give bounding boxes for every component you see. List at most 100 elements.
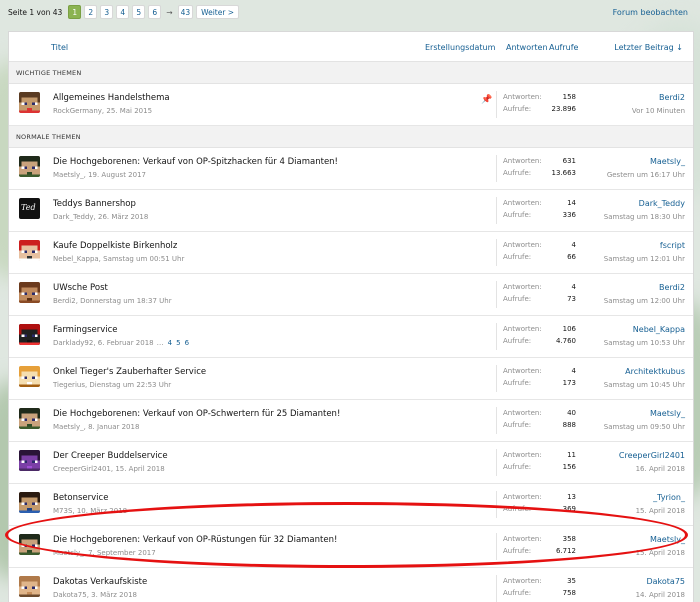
thread-author[interactable]: Dakota75 <box>53 591 87 599</box>
thread-row[interactable]: Die Hochgeborenen: Verkauf von OP-Spitzh… <box>9 148 693 190</box>
dark-hair-avatar[interactable] <box>19 408 40 429</box>
column-last-post[interactable]: Letzter Beitrag ↓ <box>614 43 683 52</box>
thread-page-link[interactable]: 5 <box>176 339 180 347</box>
thread-meta: Darklady92, 6. Februar 2018… 4 5 6 <box>53 339 189 347</box>
last-post-date[interactable]: 16. April 2018 <box>619 465 685 473</box>
last-post-date[interactable]: Samstag um 10:45 Uhr <box>604 381 685 389</box>
last-post-user[interactable]: _Tyrion_ <box>636 493 685 502</box>
thread-stats: Antworten: 4 Aufrufe: 173 <box>496 365 585 392</box>
column-views[interactable]: Aufrufe <box>549 43 578 52</box>
thread-title[interactable]: Betonservice <box>53 493 108 503</box>
thread-page-links: … 4 5 6 <box>157 339 189 347</box>
last-post-date[interactable]: Samstag um 10:53 Uhr <box>604 339 685 347</box>
next-page-button[interactable]: Weiter > <box>196 5 240 19</box>
thread-title[interactable]: Die Hochgeborenen: Verkauf von OP-Schwer… <box>53 409 340 419</box>
red-hat-avatar[interactable] <box>19 240 40 261</box>
tan-hair-avatar[interactable] <box>19 576 40 597</box>
thread-row[interactable]: Farmingservice Darklady92, 6. Februar 201… <box>9 316 693 358</box>
thread-author[interactable]: Darklady92 <box>53 339 93 347</box>
last-post-date[interactable]: Vor 10 Minuten <box>632 107 685 115</box>
thread-author[interactable]: Maetsly_ <box>53 549 84 557</box>
top-bar: Seite 1 von 43 1 2 3 4 5 6 → 43 Weiter >… <box>8 4 692 20</box>
thread-row[interactable]: Betonservice M73S, 10. März 2018 Antworten… <box>9 484 693 526</box>
column-title[interactable]: Titel <box>51 43 68 52</box>
dark-hair-avatar[interactable] <box>19 156 40 177</box>
page-link-4[interactable]: 4 <box>116 5 130 19</box>
thread-author[interactable]: Berdi2 <box>53 297 76 305</box>
brown-hair-avatar[interactable] <box>19 282 40 303</box>
last-post-user[interactable]: Berdi2 <box>632 93 685 102</box>
dark-hair-avatar[interactable] <box>19 534 40 555</box>
thread-row[interactable]: Ted Teddys Bannershop Dark_Teddy, 26. März… <box>9 190 693 232</box>
last-post-user[interactable]: Architektkubus <box>604 367 685 376</box>
thread-stats: Antworten: 14 Aufrufe: 336 <box>496 197 585 224</box>
thread-author[interactable]: CreeperGirl2401 <box>53 465 111 473</box>
column-replies[interactable]: Antworten <box>506 43 548 52</box>
replies-count: 35 <box>567 577 576 585</box>
thread-row[interactable]: Dakotas Verkaufskiste Dakota75, 3. März 2… <box>9 568 693 602</box>
thread-title[interactable]: Kaufe Doppelkiste Birkenholz <box>53 241 177 251</box>
thread-row[interactable]: Die Hochgeborenen: Verkauf von OP-Rüstun… <box>9 526 693 568</box>
page-link-last[interactable]: 43 <box>177 5 194 19</box>
last-post-date[interactable]: 14. April 2018 <box>636 591 685 599</box>
last-post-user[interactable]: Dakota75 <box>636 577 685 586</box>
thread-title[interactable]: Die Hochgeborenen: Verkauf von OP-Spitzh… <box>53 157 338 167</box>
thread-row[interactable]: Kaufe Doppelkiste Birkenholz Nebel_Kappa,… <box>9 232 693 274</box>
last-post-user[interactable]: fscript <box>604 241 685 250</box>
thread-title[interactable]: Dakotas Verkaufskiste <box>53 577 147 587</box>
last-post-date[interactable]: Samstag um 09:50 Uhr <box>604 423 685 431</box>
thread-title[interactable]: Die Hochgeborenen: Verkauf von OP-Rüstun… <box>53 535 337 545</box>
thread-page-link[interactable]: 4 <box>168 339 172 347</box>
replies-label: Antworten: <box>503 199 542 207</box>
thread-page-link[interactable]: 6 <box>185 339 189 347</box>
blue-shirt-avatar[interactable] <box>19 492 40 513</box>
thread-author[interactable]: Dark_Teddy <box>53 213 94 221</box>
page-link-5[interactable]: 5 <box>132 5 146 19</box>
last-post-date[interactable]: 15. April 2018 <box>636 549 685 557</box>
last-post-date[interactable]: Gestern um 16:17 Uhr <box>607 171 685 179</box>
thread-row[interactable]: Der Creeper Buddelservice CreeperGirl2401… <box>9 442 693 484</box>
thread-row[interactable]: Onkel Tieger's Zauberhafter Service Tiege… <box>9 358 693 400</box>
page-skip-arrow[interactable]: → <box>164 5 174 19</box>
thread-author[interactable]: Nebel_Kappa <box>53 255 99 263</box>
thread-row[interactable]: Die Hochgeborenen: Verkauf von OP-Schwer… <box>9 400 693 442</box>
last-post-user[interactable]: Maetsly_ <box>607 157 685 166</box>
thread-row[interactable]: UWsche Post Berdi2, Donnerstag um 18:37 U… <box>9 274 693 316</box>
thread-author[interactable]: Maetsly_ <box>53 423 84 431</box>
thread-title[interactable]: Farmingservice <box>53 325 118 335</box>
watch-forum-link[interactable]: Forum beobachten <box>613 8 692 17</box>
last-post-user[interactable]: CreeperGirl2401 <box>619 451 685 460</box>
thread-author[interactable]: Tiegerius <box>53 381 85 389</box>
tiger-avatar[interactable] <box>19 366 40 387</box>
thread-author[interactable]: M73S <box>53 507 72 515</box>
last-post-user[interactable]: Maetsly_ <box>636 535 685 544</box>
last-post-date[interactable]: Samstag um 12:01 Uhr <box>604 255 685 263</box>
page-link-1[interactable]: 1 <box>68 5 82 19</box>
ted-logo-avatar[interactable]: Ted <box>19 198 40 219</box>
views-count: 758 <box>562 589 576 597</box>
page-link-6[interactable]: 6 <box>148 5 162 19</box>
last-post-user[interactable]: Dark_Teddy <box>604 199 685 208</box>
views-count: 13.663 <box>551 169 577 177</box>
page-link-3[interactable]: 3 <box>100 5 114 19</box>
thread-title[interactable]: Teddys Bannershop <box>53 199 136 209</box>
page-link-2[interactable]: 2 <box>84 5 98 19</box>
steve-red-avatar[interactable] <box>19 92 40 113</box>
last-post-date[interactable]: Samstag um 12:00 Uhr <box>604 297 685 305</box>
thread-row[interactable]: Allgemeines Handelsthema RockGermany, 25.… <box>9 84 693 126</box>
thread-title[interactable]: Onkel Tieger's Zauberhafter Service <box>53 367 206 377</box>
thread-title[interactable]: UWsche Post <box>53 283 108 293</box>
last-post-user[interactable]: Nebel_Kappa <box>604 325 685 334</box>
last-post-user[interactable]: Maetsly_ <box>604 409 685 418</box>
views-label: Aufrufe: <box>503 211 532 219</box>
thread-author[interactable]: Maetsly_ <box>53 171 84 179</box>
last-post-date[interactable]: 15. April 2018 <box>636 507 685 515</box>
column-created[interactable]: Erstellungsdatum <box>425 43 495 52</box>
thread-author[interactable]: RockGermany <box>53 107 102 115</box>
thread-title[interactable]: Der Creeper Buddelservice <box>53 451 168 461</box>
last-post-user[interactable]: Berdi2 <box>604 283 685 292</box>
last-post-date[interactable]: Samstag um 18:30 Uhr <box>604 213 685 221</box>
thread-title[interactable]: Allgemeines Handelsthema <box>53 93 170 103</box>
purple-avatar[interactable] <box>19 450 40 471</box>
red-black-avatar[interactable] <box>19 324 40 345</box>
